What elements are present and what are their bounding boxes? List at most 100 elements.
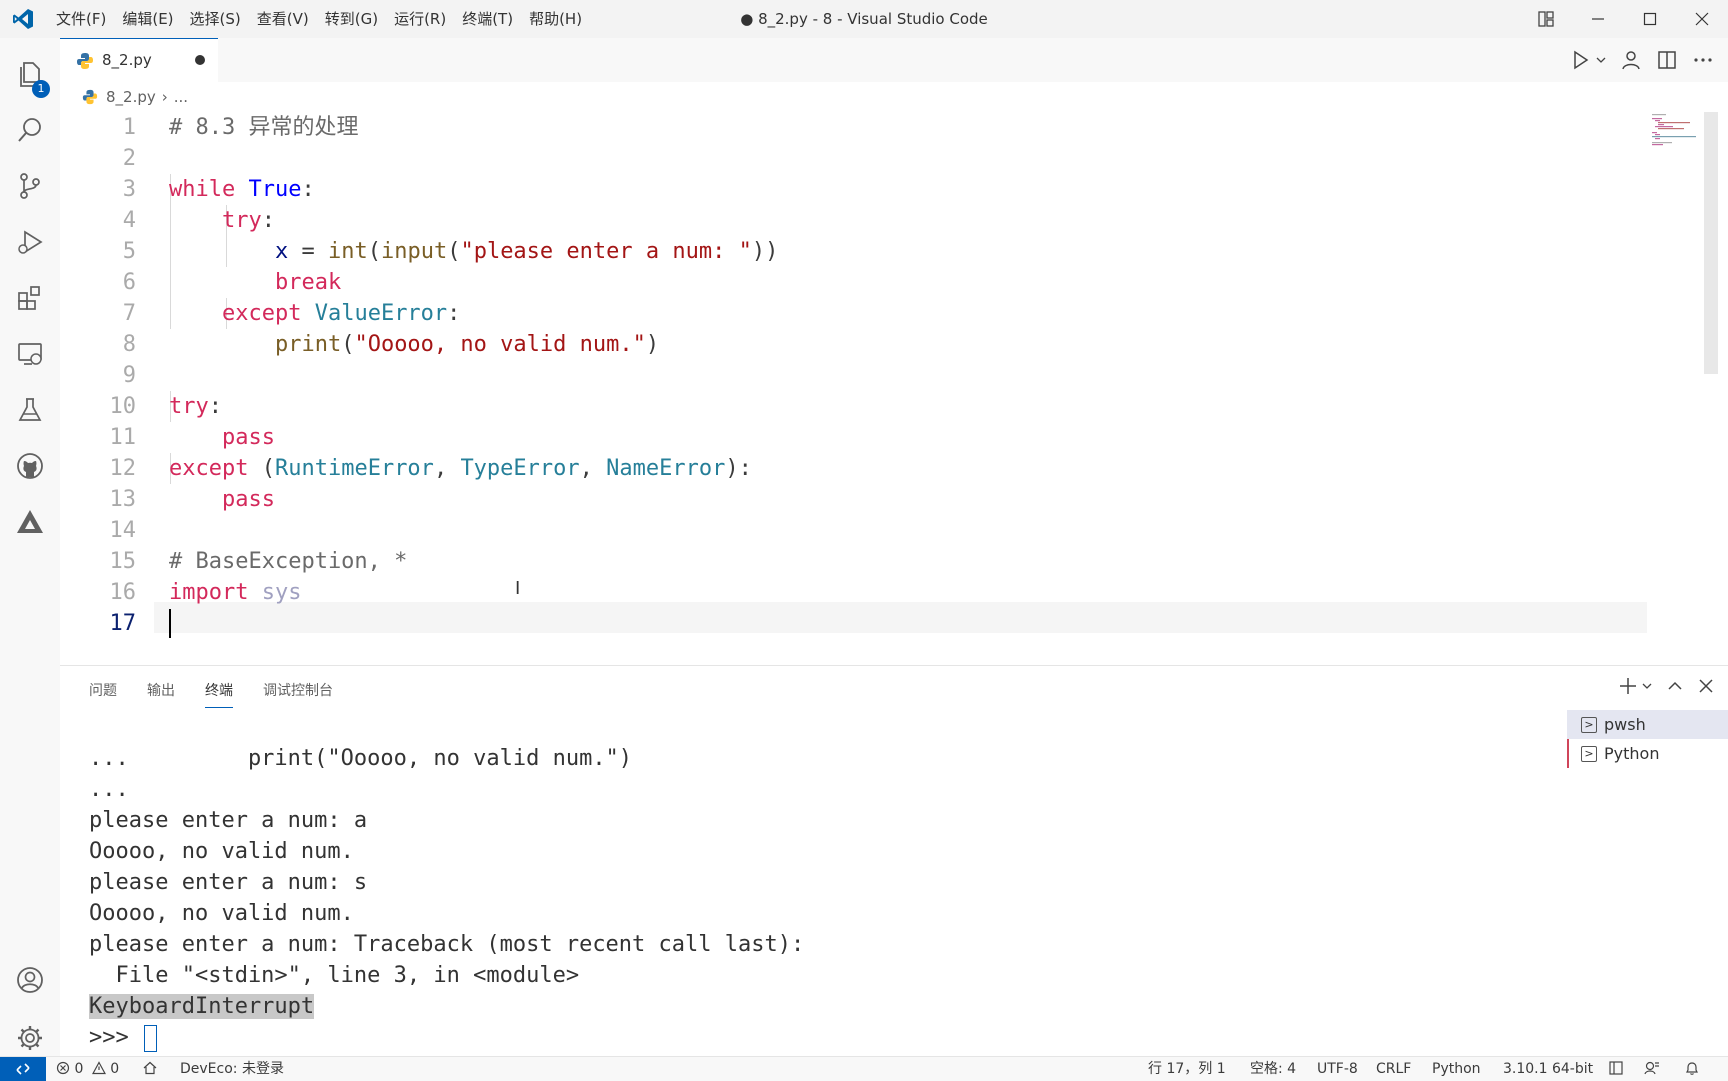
minimap[interactable] (1652, 112, 1712, 150)
error-icon (56, 1061, 70, 1075)
activity-source-control[interactable] (0, 158, 60, 214)
punct: ) (645, 332, 660, 357)
line-number: 10 (109, 394, 137, 419)
account-icon[interactable] (1620, 49, 1642, 71)
explorer-badge: 1 (32, 80, 50, 98)
menu-terminal[interactable]: 终端(T) (454, 0, 521, 38)
python-file-icon (82, 89, 98, 105)
python-file-icon (77, 53, 93, 69)
home-status[interactable] (142, 1057, 158, 1081)
new-terminal-plus-icon[interactable] (1618, 676, 1638, 696)
editor-tabs-bar: 8_2.py (60, 38, 1728, 82)
vscode-logo-icon (13, 9, 33, 29)
home-icon (143, 1061, 157, 1075)
interpreter-status[interactable]: 3.10.1 64-bit (1503, 1057, 1593, 1081)
menu-help[interactable]: 帮助(H) (521, 0, 590, 38)
operator: = (288, 239, 328, 264)
terminal-line: please enter a num: s (89, 870, 368, 895)
menu-edit[interactable]: 编辑(E) (114, 0, 181, 38)
activity-search[interactable] (0, 102, 60, 158)
split-editor-icon[interactable] (1656, 49, 1678, 71)
eol-status[interactable]: CRLF (1376, 1057, 1411, 1081)
class-name: ValueError (314, 301, 448, 326)
unsaved-dot-icon[interactable] (195, 55, 205, 65)
activity-testing[interactable] (0, 382, 60, 438)
run-python-file-icon[interactable] (1570, 49, 1592, 71)
maximize-button[interactable] (1624, 0, 1676, 38)
line-number: 4 (122, 208, 136, 233)
terminal-item-pwsh[interactable]: > pwsh (1567, 710, 1728, 739)
tab-output[interactable]: 输出 (147, 680, 175, 708)
activity-deveco[interactable] (0, 494, 60, 550)
tab-debug-console[interactable]: 调试控制台 (263, 680, 333, 708)
remote-explorer-icon (18, 343, 42, 365)
remote-icon (16, 1063, 30, 1075)
text-cursor (169, 609, 171, 638)
minimize-button[interactable] (1572, 0, 1624, 38)
editor-scrollbar-thumb[interactable] (1704, 112, 1718, 374)
code-line: 11 pass (60, 422, 1670, 453)
notifications-status[interactable] (1684, 1057, 1700, 1081)
remote-indicator[interactable] (0, 1057, 46, 1081)
more-actions-icon[interactable] (1692, 49, 1714, 71)
menu-bar: 文件(F) 编辑(E) 选择(S) 查看(V) 转到(G) 运行(R) 终端(T… (48, 0, 590, 38)
code-line: 5 x = int(input("please enter a num: ")) (60, 236, 1670, 267)
terminal-list: > pwsh > Python (1567, 710, 1728, 768)
activity-accounts[interactable] (0, 952, 60, 1008)
feedback-status[interactable] (1644, 1057, 1660, 1081)
chevron-down-icon[interactable] (1642, 676, 1652, 696)
class-name: TypeError (460, 456, 580, 481)
tab-8-2-py[interactable]: 8_2.py (60, 38, 218, 82)
tab-terminal[interactable]: 终端 (205, 680, 233, 708)
layout-status[interactable] (1608, 1057, 1624, 1081)
activity-bar: 1 (0, 38, 60, 1056)
code-line: 7 except ValueError: (60, 298, 1670, 329)
close-icon (1695, 12, 1709, 26)
menu-file[interactable]: 文件(F) (48, 0, 114, 38)
code-text: while True: (169, 174, 315, 205)
terminal-item-label: Python (1604, 744, 1660, 763)
terminal-item-python[interactable]: > Python (1567, 739, 1728, 768)
activity-extensions[interactable] (0, 270, 60, 326)
terminal-output[interactable]: ... print("Ooooo, no valid num.")... plea… (89, 743, 804, 1053)
breadcrumb-more[interactable]: ... (174, 88, 188, 106)
menu-go[interactable]: 转到(G) (317, 0, 386, 38)
menu-view[interactable]: 查看(V) (249, 0, 317, 38)
close-panel-icon[interactable] (1698, 678, 1714, 694)
menu-selection[interactable]: 选择(S) (182, 0, 249, 38)
variable: x (274, 239, 289, 264)
activity-remote-explorer[interactable] (0, 326, 60, 382)
activity-explorer[interactable]: 1 (0, 46, 60, 102)
language-status[interactable]: Python (1432, 1057, 1481, 1081)
problems-status[interactable]: 0 0 (56, 1057, 119, 1081)
breadcrumb-file[interactable]: 8_2.py (106, 88, 156, 106)
code-editor[interactable]: 1 # 8.3 异常的处理 2 3 while True: 4 try: 5 x… (60, 112, 1728, 665)
activity-run-debug[interactable] (0, 214, 60, 270)
punct: ( (341, 332, 355, 357)
chevron-down-icon[interactable] (1596, 49, 1606, 71)
maximize-icon (1643, 12, 1657, 26)
line-number: 14 (109, 518, 137, 543)
maximize-panel-chevron-up-icon[interactable] (1666, 677, 1684, 695)
activity-github[interactable] (0, 438, 60, 494)
keyword: break (274, 270, 342, 295)
punct: : (261, 208, 275, 233)
function: int (327, 239, 368, 264)
menu-run[interactable]: 运行(R) (386, 0, 454, 38)
code-line: 12 except (RuntimeError, TypeError, Name… (60, 453, 1670, 484)
tab-problems[interactable]: 问题 (89, 680, 117, 708)
cursor-position-status[interactable]: 行 17，列 1 (1148, 1057, 1226, 1081)
code-line: 8 print("Ooooo, no valid num.") (60, 329, 1670, 360)
code-line: 6 break (60, 267, 1670, 298)
keyword: except (169, 456, 249, 481)
search-icon (18, 118, 41, 142)
encoding-status[interactable]: UTF-8 (1317, 1057, 1358, 1081)
close-button[interactable] (1676, 0, 1728, 38)
string: "please enter a num: " (460, 239, 752, 264)
code-line: 4 try: (60, 205, 1670, 236)
error-count: 0 (74, 1061, 84, 1077)
keyword: try (169, 394, 209, 419)
deveco-status[interactable]: DevEco: 未登录 (180, 1057, 284, 1081)
indentation-status[interactable]: 空格: 4 (1250, 1057, 1296, 1081)
customize-layout-button[interactable] (1520, 0, 1572, 38)
